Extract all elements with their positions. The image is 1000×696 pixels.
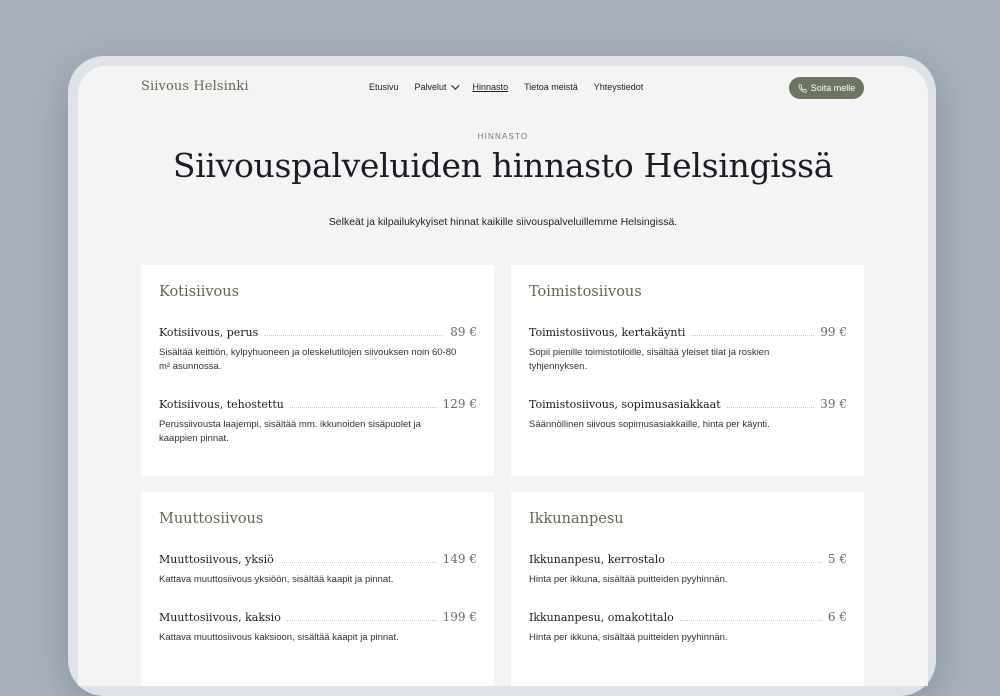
item-price: 5 € — [827, 552, 847, 566]
dot-leader — [670, 562, 822, 563]
phone-icon — [798, 83, 807, 93]
item-description: Sopii pienille toimistotiloille, sisältä… — [529, 347, 770, 372]
section-eyebrow: HINNASTO — [477, 132, 529, 141]
item-name: Muuttosiivous, kaksio — [159, 611, 281, 624]
item-name: Muuttosiivous, yksiö — [159, 553, 274, 566]
item-name: Kotisiivous, tehostettu — [159, 398, 284, 411]
nav-item-yhteystiedot[interactable]: Yhteystiedot — [594, 82, 644, 92]
item-name: Toimistosiivous, sopimusasiakkaat — [529, 398, 721, 411]
item-name: Toimistosiivous, kertakäynti — [529, 326, 686, 339]
dot-leader — [264, 335, 445, 336]
dot-leader — [286, 620, 437, 621]
call-button[interactable]: Soita melle — [789, 77, 864, 99]
price-card-kotisiivous: Kotisiivous Kotisiivous, perus 89 € Sisäl… — [141, 265, 494, 476]
card-title: Kotisiivous — [159, 284, 240, 300]
page-title: Siivouspalveluiden hinnasto Helsingissä — [172, 146, 834, 185]
item-name: Ikkunanpesu, omakotitalo — [529, 611, 674, 624]
call-button-label: Soita melle — [810, 83, 856, 93]
card-title: Toimistosiivous — [529, 284, 642, 300]
dot-leader — [726, 407, 815, 408]
nav-label: Palvelut — [414, 82, 447, 92]
top-nav: Siivous Helsinki Etusivu Palvelut Hinnas… — [78, 66, 928, 112]
nav-item-tietoa[interactable]: Tietoa meistä — [524, 82, 578, 92]
main-menu: Etusivu Palvelut Hinnasto Tietoa meistä … — [369, 81, 659, 92]
price-item: Ikkunanpesu, omakotitalo 6 € Hinta per ik… — [529, 606, 847, 645]
item-description: Sisältää keittiön, kylpyhuoneen ja olesk… — [159, 347, 457, 372]
item-price: 99 € — [820, 325, 847, 339]
card-title: Muuttosiivous — [159, 511, 264, 527]
item-price: 39 € — [820, 397, 847, 411]
item-price: 129 € — [442, 397, 477, 411]
nav-item-hinnasto[interactable]: Hinnasto — [473, 82, 509, 92]
dot-leader — [289, 407, 437, 408]
item-description: Kattava muuttosiivous yksiöön, sisältää … — [159, 574, 394, 585]
nav-label: Yhteystiedot — [593, 82, 644, 92]
item-name: Ikkunanpesu, kerrostalo — [529, 553, 665, 566]
dot-leader — [691, 335, 815, 336]
item-description: Hinta per ikkuna, sisältää puitteiden py… — [529, 632, 728, 643]
price-item: Ikkunanpesu, kerrostalo 5 € Hinta per ikk… — [529, 548, 847, 587]
item-description: Kattava muuttosiivous kaksioon, sisältää… — [159, 632, 399, 643]
browser-screen: Siivous Helsinki Etusivu Palvelut Hinnas… — [78, 66, 928, 686]
price-item: Kotisiivous, perus 89 € Sisältää keittiön… — [159, 321, 477, 374]
item-name: Kotisiivous, perus — [159, 326, 259, 339]
nav-label: Hinnasto — [472, 82, 509, 92]
item-price: 199 € — [442, 610, 477, 624]
price-item: Toimistosiivous, kertakäynti 99 € Sopii p… — [529, 321, 847, 374]
item-description: Säännöllinen siivous sopimusasiakkaille,… — [529, 419, 770, 430]
price-item: Kotisiivous, tehostettu 129 € Perussiivou… — [159, 393, 477, 446]
dot-leader — [679, 620, 822, 621]
price-card-muuttosiivous: Muuttosiivous Muuttosiivous, yksiö 149 € … — [141, 492, 494, 686]
item-price: 149 € — [442, 552, 477, 566]
dot-leader — [279, 562, 437, 563]
site-logo[interactable]: Siivous Helsinki — [141, 79, 249, 94]
price-item: Toimistosiivous, sopimusasiakkaat 39 € Sä… — [529, 393, 847, 432]
nav-item-etusivu[interactable]: Etusivu — [369, 82, 399, 92]
price-card-ikkunanpesu: Ikkunanpesu Ikkunanpesu, kerrostalo 5 € H… — [511, 492, 864, 686]
chevron-down-icon — [450, 81, 460, 90]
card-title: Ikkunanpesu — [529, 511, 624, 527]
price-item: Muuttosiivous, kaksio 199 € Kattava muutt… — [159, 606, 477, 645]
page-lead: Selkeät ja kilpailukykyiset hinnat kaiki… — [328, 216, 678, 228]
nav-label: Tietoa meistä — [524, 82, 578, 92]
item-description: Perussiivousta laajempi, sisältää mm. ik… — [159, 419, 421, 444]
nav-label: Etusivu — [369, 82, 399, 92]
item-price: 6 € — [827, 610, 847, 624]
price-item: Muuttosiivous, yksiö 149 € Kattava muutto… — [159, 548, 477, 587]
item-price: 89 € — [450, 325, 477, 339]
nav-item-palvelut[interactable]: Palvelut — [414, 81, 460, 92]
price-card-toimistosiivous: Toimistosiivous Toimistosiivous, kertakä… — [511, 265, 864, 476]
item-description: Hinta per ikkuna, sisältää puitteiden py… — [529, 574, 728, 585]
